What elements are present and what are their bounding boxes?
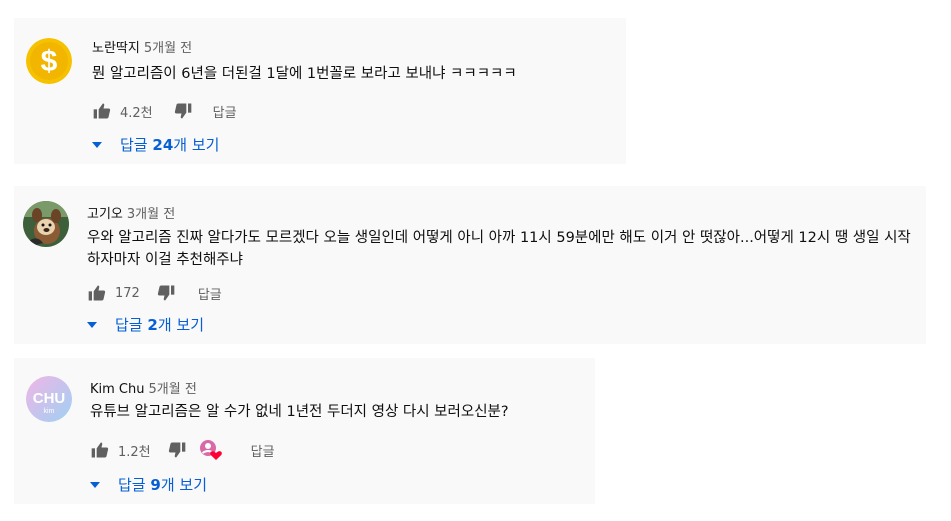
creator-heart-icon [199, 440, 222, 460]
comment-card: CHU kim Kim Chu 5개월 전 유튜브 알고리즘은 알 수가 없네 1… [14, 358, 595, 504]
replies-prefix: 답글 [120, 136, 148, 154]
thumbs-down-icon[interactable] [167, 440, 187, 460]
comment-time[interactable]: 5개월 전 [149, 382, 197, 397]
comment-text: 우와 알고리즘 진짜 알다가도 모르겠다 오늘 생일인데 어떻게 아니 아까 1… [87, 230, 911, 268]
replies-suffix: 개 보기 [173, 136, 220, 154]
reply-button[interactable]: 답글 [213, 102, 237, 121]
thumbs-down-icon[interactable] [173, 101, 193, 121]
avatar-logo-sub: kim [44, 408, 55, 415]
comment-text: 뭔 알고리즘이 6년을 더된걸 1달에 1번꼴로 보라고 보내냐 ㅋㅋㅋㅋㅋ [92, 66, 517, 82]
author-avatar[interactable]: $ [26, 38, 72, 84]
author-name[interactable]: 노란딱지 [92, 41, 140, 56]
thumbs-up-icon[interactable] [87, 283, 107, 303]
replies-suffix: 개 보기 [160, 476, 207, 494]
replies-prefix: 답글 [118, 476, 146, 494]
creator-heart-badge [199, 439, 223, 461]
comment-text: 유튜브 알고리즘은 알 수가 없네 1년전 두더지 영상 다시 보러오신분? [90, 404, 509, 420]
author-avatar[interactable]: CHU kim [26, 376, 72, 422]
thumbs-up-icon[interactable] [90, 440, 110, 460]
comment-header: 노란딱지 5개월 전 [92, 37, 192, 56]
comment-card: $ 노란딱지 5개월 전 뭔 알고리즘이 6년을 더된걸 1달에 1번꼴로 보라고… [14, 18, 626, 164]
caret-down-icon [92, 141, 102, 148]
replies-prefix: 답글 [115, 316, 143, 334]
comment-header: 고기오 3개월 전 [87, 203, 175, 222]
author-avatar[interactable] [23, 201, 69, 247]
comment-time[interactable]: 5개월 전 [144, 41, 192, 56]
like-count: 172 [115, 285, 140, 301]
svg-text:$: $ [41, 45, 58, 78]
replies-count: 2 [147, 315, 158, 334]
thumbs-up-icon[interactable] [92, 101, 112, 121]
replies-count: 24 [152, 135, 174, 154]
comment-card: 고기오 3개월 전 우와 알고리즘 진짜 알다가도 모르겠다 오늘 생일인데 어떻… [14, 186, 926, 344]
view-replies-button[interactable]: 답글 24 개 보기 [92, 134, 219, 155]
reply-button[interactable]: 답글 [251, 441, 275, 460]
thumbs-down-icon[interactable] [156, 283, 176, 303]
replies-suffix: 개 보기 [157, 316, 204, 334]
comment-actions: 1.2천 답글 [90, 440, 275, 460]
caret-down-icon [90, 481, 100, 488]
comment-time[interactable]: 3개월 전 [127, 207, 175, 222]
replies-count: 9 [150, 475, 161, 494]
view-replies-button[interactable]: 답글 9개 보기 [90, 474, 207, 495]
comment-header: Kim Chu 5개월 전 [90, 378, 197, 397]
caret-down-icon [87, 321, 97, 328]
dollar-coin-icon: $ [26, 38, 72, 84]
comment-actions: 172 답글 [87, 283, 222, 303]
comment-actions: 4.2천 답글 [92, 101, 237, 121]
chu-kim-logo-avatar: CHU kim [26, 376, 72, 422]
cartoon-character-avatar [23, 201, 69, 247]
avatar-logo-main: CHU [33, 390, 66, 407]
reply-button[interactable]: 답글 [198, 284, 222, 303]
like-count: 4.2천 [120, 105, 153, 121]
author-name[interactable]: 고기오 [87, 207, 123, 222]
like-count: 1.2천 [118, 444, 151, 460]
author-name[interactable]: Kim Chu [90, 382, 145, 397]
view-replies-button[interactable]: 답글 2개 보기 [87, 314, 204, 335]
